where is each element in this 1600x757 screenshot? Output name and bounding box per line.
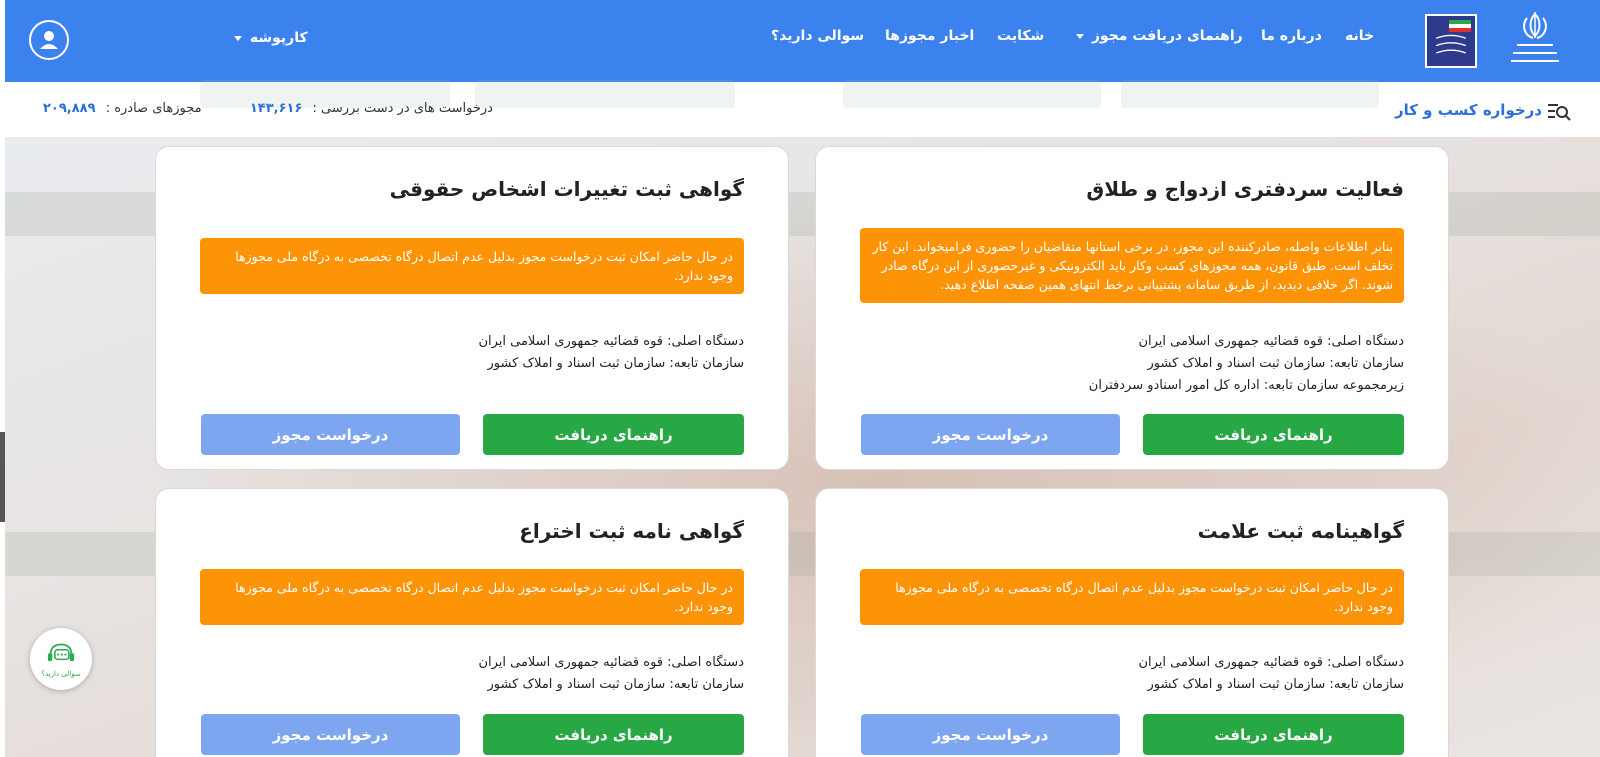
card-title: گواهی ثبت تغییرات اشخاص حقوقی: [389, 177, 744, 201]
guide-button[interactable]: راهنمای دریافت: [483, 414, 744, 455]
sub-unit: زیرمجموعه سازمان تابعه: اداره کل امور اس…: [1088, 378, 1404, 393]
chevron-down-icon: [234, 35, 242, 41]
license-card: گواهینامه ثبت علامت در حال حاضر امکان ثب…: [815, 488, 1449, 757]
request-license-button[interactable]: درخواست مجوز: [201, 714, 460, 755]
main-org: دستگاه اصلی: قوه قضائیه جمهوری اسلامی ای…: [478, 334, 744, 349]
main-org: دستگاه اصلی: قوه قضائیه جمهوری اسلامی ای…: [478, 655, 744, 670]
org-info: دستگاه اصلی: قوه قضائیه جمهوری اسلامی ای…: [478, 331, 744, 375]
org-info: دستگاه اصلی: قوه قضائیه جمهوری اسلامی ای…: [1138, 652, 1404, 696]
license-card: فعالیت سردفتری ازدواج و طلاق بنابر اطلاع…: [815, 146, 1449, 470]
pending-count: ۱۴۳,۶۱۶: [249, 101, 303, 116]
stats-bar: درخواست های در دست بررسی : ۱۴۳,۶۱۶ مجوزه…: [5, 80, 1600, 137]
cart-menu[interactable]: کارپوشه: [231, 30, 308, 46]
issued-count: ۲۰۹,۸۸۹: [43, 101, 96, 116]
chevron-down-icon: [1076, 33, 1084, 39]
request-license-button[interactable]: درخواست مجوز: [861, 414, 1120, 455]
chat-label: سوالی دارید؟: [41, 669, 81, 678]
stats-summary: درخواست های در دست بررسی : ۱۴۳,۶۱۶ مجوزه…: [37, 101, 493, 116]
pending-label: درخواست های در دست بررسی :: [312, 101, 493, 116]
warning-alert: بنابر اطلاعات واصله، صادرکننده این مجوز،…: [860, 228, 1404, 303]
sub-org: سازمان تابعه: سازمان ثبت اسناد و املاک ک…: [1147, 356, 1404, 371]
ghost-button: [843, 80, 1101, 108]
sub-org: سازمان تابعه: سازمان ثبت اسناد و املاک ک…: [1147, 677, 1404, 692]
sub-org: سازمان تابعه: سازمان ثبت اسناد و املاک ک…: [487, 677, 744, 692]
top-navbar: کارپوشه سوالی دارید؟ اخبار مجوزها شکایت …: [5, 0, 1600, 82]
brand-title[interactable]: درخواره کسب و کار: [1395, 101, 1542, 119]
org-info: دستگاه اصلی: قوه قضائیه جمهوری اسلامی ای…: [478, 652, 744, 696]
nav-guide-label: راهنمای دریافت مجوز: [1091, 28, 1243, 44]
main-org: دستگاه اصلی: قوه قضائیه جمهوری اسلامی ای…: [1138, 655, 1404, 670]
license-card: گواهی نامه ثبت اختراع در حال حاضر امکان …: [155, 488, 789, 757]
card-title: گواهی نامه ثبت اختراع: [519, 519, 744, 543]
ministry-logo: [1425, 14, 1477, 68]
scroll-indicator: [0, 432, 5, 522]
sub-org: سازمان تابعه: سازمان ثبت اسناد و املاک ک…: [487, 356, 744, 371]
request-license-button[interactable]: درخواست مجوز: [861, 714, 1120, 755]
org-info: دستگاه اصلی: قوه قضائیه جمهوری اسلامی ای…: [1089, 331, 1404, 397]
cart-label: کارپوشه: [249, 30, 308, 46]
nav-complaint[interactable]: شکایت: [997, 28, 1044, 44]
main-org: دستگاه اصلی: قوه قضائیه جمهوری اسلامی ای…: [1138, 334, 1404, 349]
government-emblem-logo: [1495, 8, 1575, 72]
card-title: فعالیت سردفتری ازدواج و طلاق: [1086, 177, 1404, 201]
card-title: گواهینامه ثبت علامت: [1197, 519, 1404, 543]
nav-guide[interactable]: راهنمای دریافت مجوز: [1073, 28, 1243, 44]
search-list-icon[interactable]: [1546, 101, 1572, 123]
guide-button[interactable]: راهنمای دریافت: [1143, 714, 1404, 755]
guide-button[interactable]: راهنمای دریافت: [1143, 414, 1404, 455]
user-avatar-icon[interactable]: [29, 20, 69, 60]
warning-alert: در حال حاضر امکان ثبت درخواست مجوز بدلیل…: [860, 569, 1404, 625]
request-license-button[interactable]: درخواست مجوز: [201, 414, 460, 455]
warning-alert: در حال حاضر امکان ثبت درخواست مجوز بدلیل…: [200, 238, 744, 294]
nav-faq[interactable]: سوالی دارید؟: [771, 28, 864, 44]
issued-label: مجوزهای صادره :: [105, 101, 202, 116]
guide-button[interactable]: راهنمای دریافت: [483, 714, 744, 755]
ghost-button: [1121, 80, 1379, 108]
warning-alert: در حال حاضر امکان ثبت درخواست مجوز بدلیل…: [200, 569, 744, 625]
nav-home[interactable]: خانه: [1345, 28, 1374, 44]
support-chat-button[interactable]: سوالی دارید؟: [30, 628, 92, 690]
nav-news[interactable]: اخبار مجوزها: [885, 28, 974, 44]
nav-about[interactable]: درباره ما: [1261, 28, 1322, 44]
support-chat-icon: [47, 643, 75, 661]
ghost-button: [475, 80, 735, 108]
license-card: گواهی ثبت تغییرات اشخاص حقوقی در حال حاض…: [155, 146, 789, 470]
